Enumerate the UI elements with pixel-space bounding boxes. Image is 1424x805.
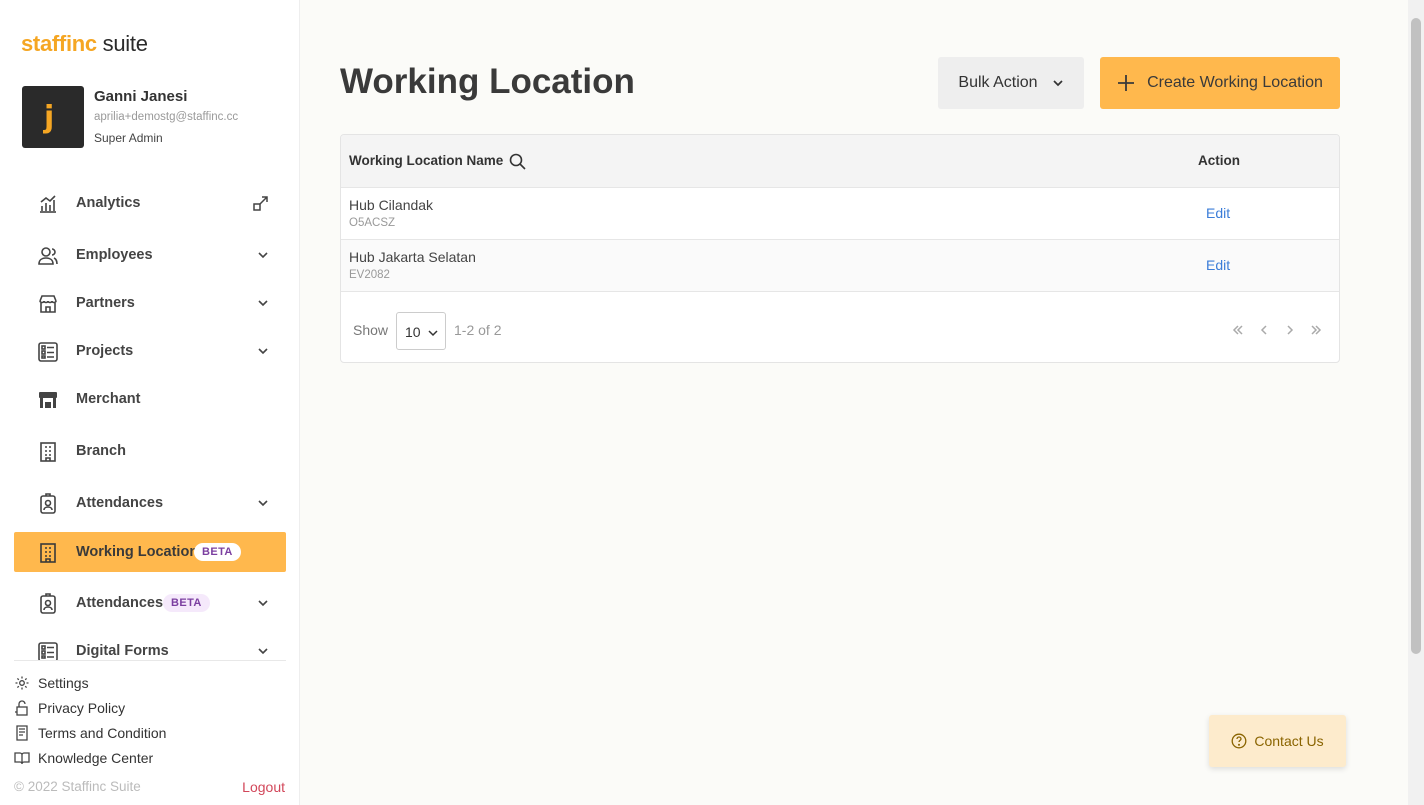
- page-range: 1-2 of 2: [454, 322, 502, 338]
- badge-icon: [40, 493, 56, 514]
- terms-link[interactable]: Terms and Condition: [14, 723, 166, 743]
- sidebar: staffinc suite j Ganni Janesi aprilia+de…: [0, 0, 300, 805]
- help-circle-icon: [1231, 733, 1247, 749]
- sidebar-item-branch[interactable]: Branch: [14, 431, 286, 471]
- chevron-down-icon: [258, 252, 268, 259]
- analytics-icon: [40, 195, 56, 213]
- document-icon: [16, 725, 28, 741]
- badge-icon: [40, 593, 56, 614]
- location-name: Hub Cilandak: [349, 197, 434, 213]
- chevron-down-icon: [258, 500, 268, 507]
- avatar: j: [22, 86, 84, 148]
- copyright-text: © 2022 Staffinc Suite: [14, 779, 141, 794]
- chevron-down-icon: [258, 300, 268, 307]
- chevron-down-icon: [428, 330, 438, 337]
- edit-link[interactable]: Edit: [1206, 205, 1230, 221]
- sidebar-item-merchant[interactable]: Merchant: [14, 379, 286, 419]
- list-icon: [38, 642, 58, 660]
- building-icon: [40, 543, 56, 563]
- staffinc-logo[interactable]: staffinc suite: [21, 31, 148, 57]
- sidebar-item-digital-forms[interactable]: Digital Forms: [14, 631, 286, 660]
- sidebar-divider: [14, 660, 286, 661]
- chevron-down-icon: [258, 600, 268, 607]
- external-link-icon[interactable]: [252, 194, 270, 212]
- table-header: Working Location Name Action: [341, 135, 1339, 188]
- employees-icon: [38, 247, 58, 265]
- chevron-down-icon: [258, 348, 268, 355]
- chevron-down-icon: [258, 648, 268, 655]
- column-header-name: Working Location Name: [349, 153, 504, 168]
- first-page-icon[interactable]: [1231, 323, 1245, 337]
- last-page-icon[interactable]: [1309, 323, 1323, 337]
- next-page-icon[interactable]: [1283, 323, 1297, 337]
- pagination: Show 10 1-2 of 2: [341, 293, 1339, 362]
- column-header-action: Action: [1198, 153, 1240, 168]
- location-code: O5ACSZ: [349, 217, 396, 229]
- edit-link[interactable]: Edit: [1206, 257, 1230, 273]
- page-scrollbar[interactable]: [1408, 0, 1424, 805]
- merchant-icon: [39, 392, 57, 408]
- sidebar-item-employees[interactable]: Employees: [14, 235, 286, 275]
- beta-badge: BETA: [163, 594, 210, 612]
- sidebar-item-attendances-beta[interactable]: Attendances BETA: [14, 583, 286, 623]
- search-icon[interactable]: [509, 153, 526, 170]
- beta-badge: BETA: [194, 543, 241, 561]
- scrollbar-thumb[interactable]: [1411, 18, 1421, 654]
- building-icon: [40, 442, 56, 462]
- book-icon: [14, 752, 30, 765]
- user-email: aprilia+demostg@staffinc.cc: [94, 111, 239, 123]
- settings-link[interactable]: Settings: [14, 673, 89, 693]
- table-row: Hub Cilandak O5ACSZ Edit: [341, 188, 1339, 240]
- store-icon: [39, 295, 57, 313]
- list-icon: [38, 342, 58, 362]
- sidebar-item-working-location[interactable]: Working Location BETA: [14, 532, 286, 572]
- plus-icon: [1118, 75, 1135, 91]
- sidebar-item-attendances[interactable]: Attendances: [14, 483, 286, 523]
- gear-icon: [15, 676, 29, 690]
- knowledge-center-link[interactable]: Knowledge Center: [14, 748, 153, 768]
- privacy-policy-link[interactable]: Privacy Policy: [14, 698, 125, 718]
- table-row: Hub Jakarta Selatan EV2082 Edit: [341, 240, 1339, 292]
- user-name: Ganni Janesi: [94, 88, 188, 105]
- bulk-action-button[interactable]: Bulk Action: [938, 57, 1084, 109]
- sidebar-item-partners[interactable]: Partners: [14, 283, 286, 323]
- show-label: Show: [353, 322, 389, 338]
- sidebar-item-analytics[interactable]: Analytics: [14, 183, 286, 223]
- contact-us-button[interactable]: Contact Us: [1209, 715, 1346, 767]
- prev-page-icon[interactable]: [1257, 323, 1271, 337]
- create-working-location-button[interactable]: Create Working Location: [1100, 57, 1340, 109]
- user-profile: j Ganni Janesi aprilia+demostg@staffinc.…: [22, 86, 246, 148]
- user-role: Super Admin: [94, 131, 163, 145]
- working-location-table: Working Location Name Action Hub Cilanda…: [340, 134, 1340, 363]
- location-name: Hub Jakarta Selatan: [349, 249, 476, 265]
- chevron-down-icon: [1052, 80, 1063, 87]
- page-size-select[interactable]: 10: [396, 312, 446, 350]
- page-title: Working Location: [340, 62, 635, 101]
- sidebar-nav: Analytics Employees Partners Projects Me…: [14, 178, 286, 660]
- sidebar-item-projects[interactable]: Projects: [14, 331, 286, 371]
- shield-lock-icon: [15, 700, 28, 716]
- location-code: EV2082: [349, 269, 390, 281]
- logout-link[interactable]: Logout: [242, 779, 285, 795]
